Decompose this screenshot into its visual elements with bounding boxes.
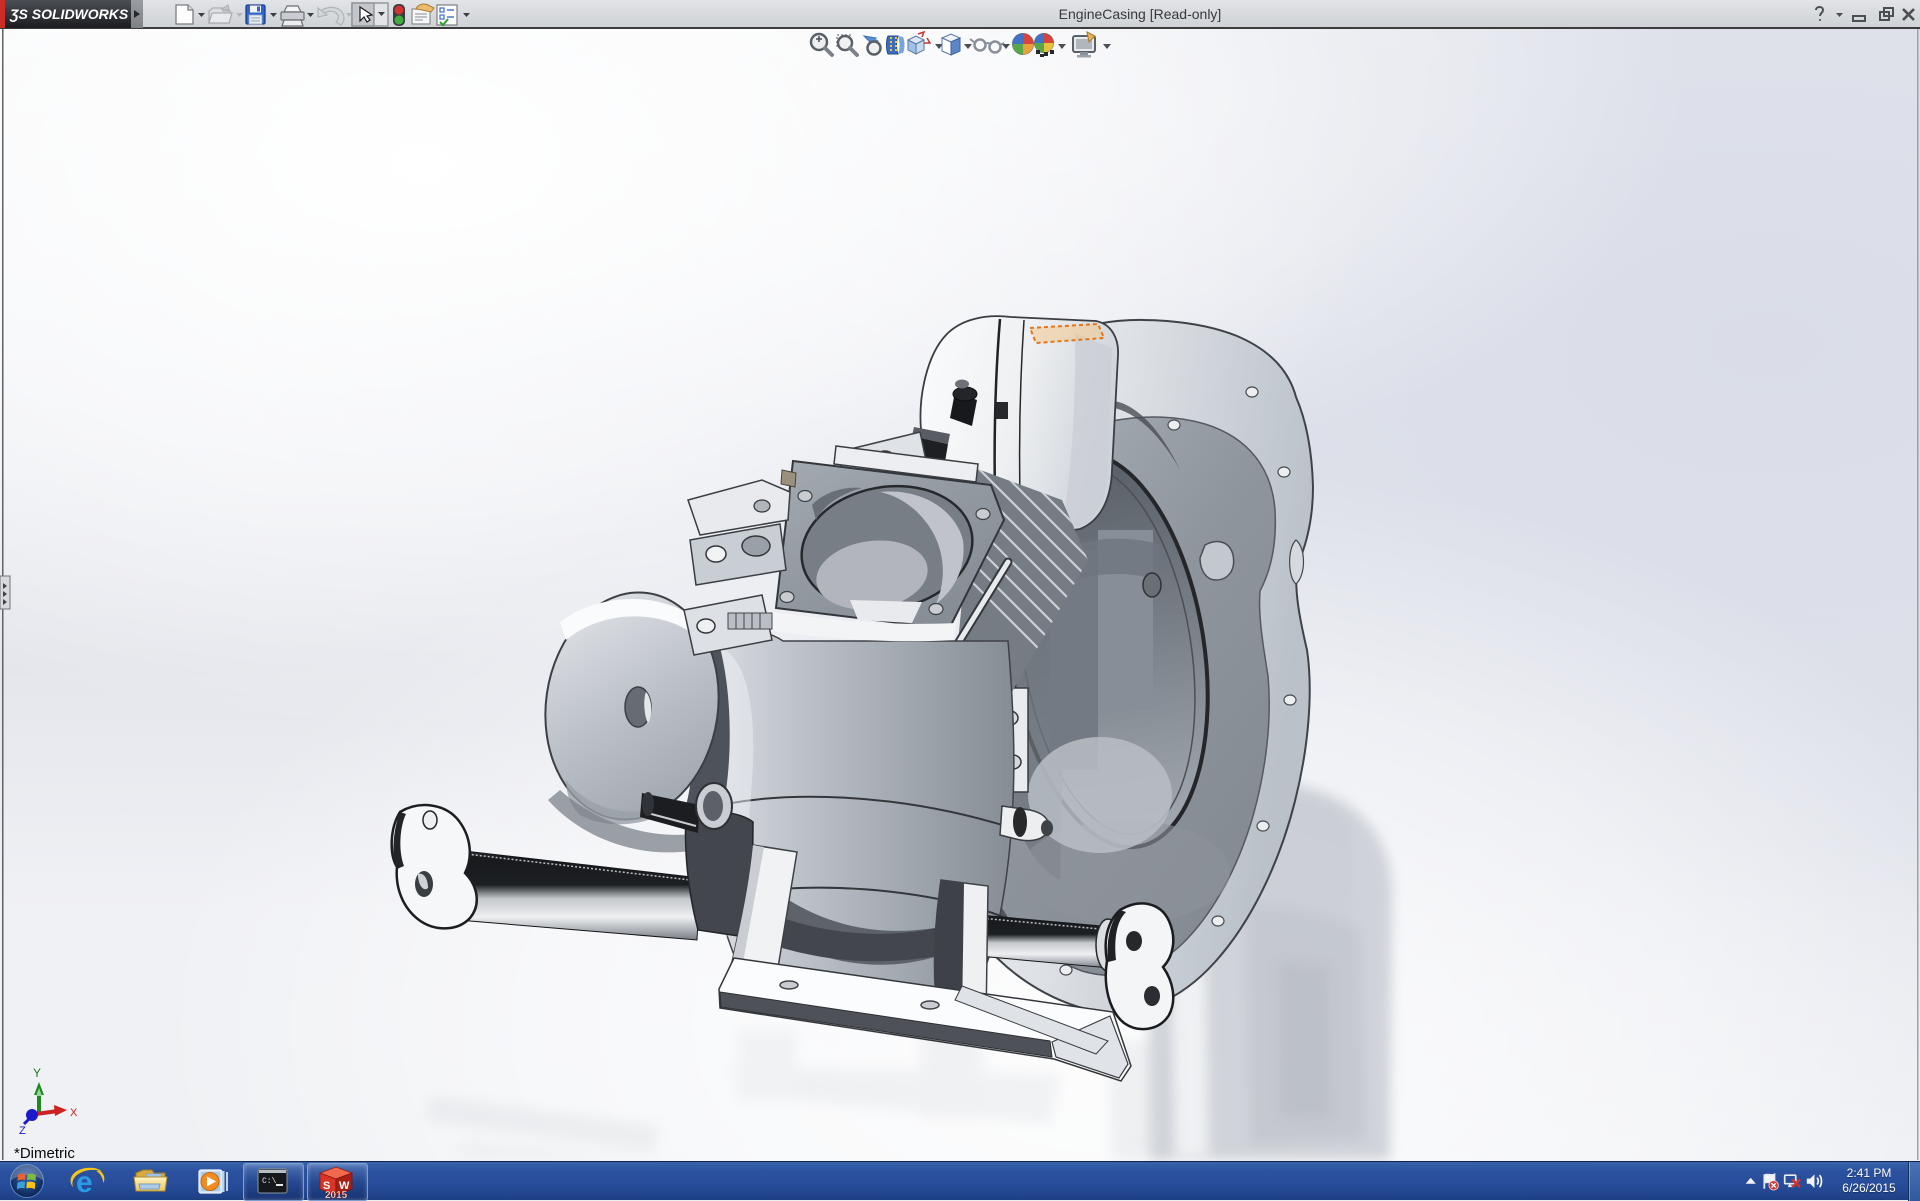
svg-text:X: X	[70, 1107, 78, 1119]
svg-text:*Dimetric: *Dimetric	[14, 1145, 75, 1162]
svg-text:e: e	[76, 1166, 93, 1199]
svg-text:Z: Z	[19, 1125, 26, 1137]
svg-text:C:\: C:\	[262, 1177, 277, 1186]
svg-text:Y: Y	[33, 1066, 41, 1080]
svg-text:2015: 2015	[325, 1190, 348, 1201]
